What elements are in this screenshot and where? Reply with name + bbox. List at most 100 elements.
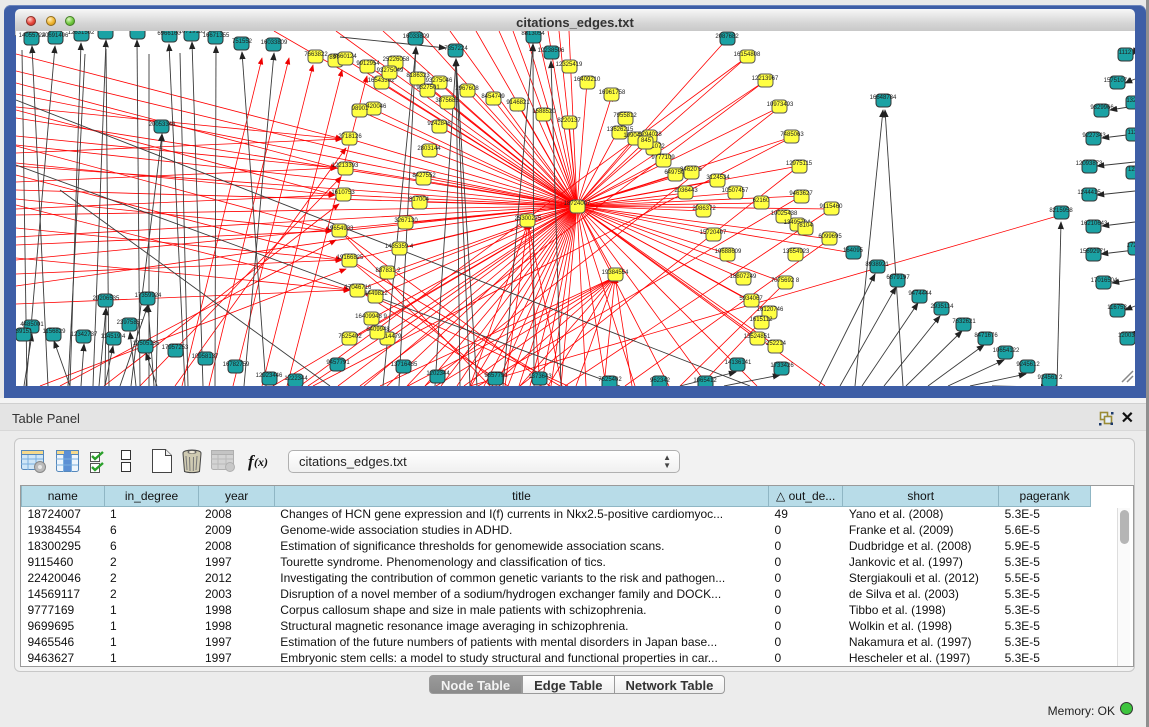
svg-text:10958137: 10958137: [192, 354, 219, 360]
svg-text:16671355: 16671355: [203, 33, 230, 39]
svg-text:13524851: 13524851: [744, 334, 771, 340]
svg-text:13716485: 13716485: [391, 362, 418, 368]
svg-text:16210643: 16210643: [1081, 221, 1108, 227]
svg-text:17957253: 17957253: [162, 345, 189, 351]
svg-text:1065412: 1065412: [693, 378, 717, 384]
svg-text:16648784: 16648784: [870, 95, 897, 101]
svg-text:7632621: 7632621: [952, 319, 976, 325]
svg-text:1588520: 1588520: [532, 109, 556, 115]
svg-text:1321: 1321: [1126, 98, 1135, 104]
svg-text:887831 2: 887831 2: [375, 268, 401, 274]
svg-text:23975857: 23975857: [117, 320, 144, 326]
svg-text:1222344: 1222344: [284, 376, 308, 382]
svg-text:116753: 116753: [1107, 305, 1127, 311]
svg-text:2986372: 2986372: [692, 206, 716, 212]
svg-text:20691406: 20691406: [42, 33, 69, 39]
svg-text:9245612: 9245612: [1016, 362, 1040, 368]
svg-text:7625402: 7625402: [338, 334, 362, 340]
svg-text:8104: 8104: [799, 223, 813, 229]
svg-text:12975115: 12975115: [786, 161, 813, 167]
svg-text:19654933: 19654933: [327, 226, 354, 232]
svg-text:16033809: 16033809: [403, 34, 430, 40]
svg-text:16120746: 16120746: [757, 307, 784, 313]
svg-text:19384554: 19384554: [602, 270, 629, 276]
svg-text:9457791: 9457791: [326, 360, 350, 366]
svg-text:9657791: 9657791: [484, 373, 508, 379]
svg-text:9242848: 9242848: [427, 121, 451, 127]
svg-text:2803144: 2803144: [417, 146, 441, 152]
svg-text:16409948 9: 16409948 9: [355, 314, 387, 320]
svg-text:13654923: 13654923: [783, 249, 810, 255]
svg-text:17210: 17210: [1127, 243, 1135, 249]
svg-text:7357224: 7357224: [444, 46, 468, 52]
svg-text:18724007: 18724007: [564, 201, 591, 207]
svg-text:845: 845: [641, 138, 652, 144]
svg-text:20206535: 20206535: [93, 296, 120, 302]
svg-text:15720407: 15720407: [700, 230, 727, 236]
svg-text:8938921: 8938921: [865, 262, 889, 268]
svg-text:15692971: 15692971: [1080, 249, 1107, 255]
svg-text:9463627: 9463627: [789, 191, 813, 197]
svg-text:924561 2: 924561 2: [1037, 375, 1063, 381]
svg-text:12213393: 12213393: [332, 163, 359, 169]
svg-text:8471676: 8471676: [974, 333, 998, 339]
svg-text:15751074: 15751074: [1104, 78, 1131, 84]
svg-text:2967608: 2967608: [455, 86, 479, 92]
svg-text:1527602: 1527602: [125, 31, 149, 33]
svg-text:1435359 4: 1435359 4: [385, 244, 414, 250]
svg-text:3875685: 3875685: [435, 98, 459, 104]
svg-text:9227343: 9227343: [1082, 133, 1106, 139]
svg-text:16409210: 16409210: [574, 77, 601, 83]
svg-text:9329966: 9329966: [1090, 105, 1114, 111]
svg-text:9474444: 9474444: [908, 291, 932, 297]
svg-text:1202344: 1202344: [426, 371, 450, 377]
svg-text:7625402: 7625402: [598, 377, 622, 383]
svg-text:12325419: 12325419: [556, 62, 583, 68]
svg-text:19166825: 19166825: [337, 255, 364, 261]
svg-text:4485001: 4485001: [20, 322, 44, 328]
svg-text:122: 122: [1128, 167, 1135, 173]
svg-text:8813054: 8813054: [521, 31, 545, 37]
svg-text:1244415: 1244415: [1077, 190, 1101, 196]
svg-text:25226058: 25226058: [383, 57, 410, 63]
svg-text:7663822: 7663822: [304, 52, 328, 58]
svg-text:12093873: 12093873: [1076, 161, 1103, 167]
svg-text:16033809: 16033809: [261, 40, 288, 46]
svg-text:20053346: 20053346: [149, 122, 176, 128]
svg-text:1156829: 1156829: [43, 329, 67, 335]
svg-text:18807249: 18807249: [730, 274, 757, 280]
svg-text:751552: 751552: [232, 39, 253, 45]
svg-text:2718126: 2718126: [338, 134, 362, 140]
svg-text:7955812: 7955812: [613, 113, 637, 119]
svg-text:2036443: 2036443: [674, 188, 698, 194]
svg-text:12342737: 12342737: [71, 332, 98, 338]
svg-text:1733426: 1733426: [770, 363, 794, 369]
svg-text:8454749: 8454749: [481, 94, 505, 100]
svg-text:16961758: 16961758: [599, 90, 626, 96]
svg-text:8215958: 8215958: [1049, 208, 1073, 214]
svg-text:10973493: 10973493: [767, 102, 794, 108]
svg-text:12213967: 12213967: [752, 76, 779, 82]
svg-text:1610753: 1610753: [331, 190, 355, 196]
svg-text:9327501: 9327501: [416, 85, 440, 91]
svg-text:93275049: 93275049: [377, 68, 404, 74]
svg-text:39151: 39151: [16, 329, 33, 335]
svg-text:16782759: 16782759: [223, 362, 250, 368]
svg-text:164095: 164095: [843, 248, 864, 254]
svg-text:2087682: 2087682: [715, 34, 739, 40]
svg-text:9146821: 9146821: [506, 100, 530, 106]
svg-text:12923446: 12923446: [256, 373, 283, 379]
svg-text:93275046: 93275046: [426, 78, 453, 84]
svg-text:962342: 962342: [650, 378, 671, 384]
svg-text:120034: 120034: [1118, 333, 1135, 339]
svg-text:10688609: 10688609: [715, 249, 742, 255]
svg-text:9115460: 9115460: [820, 204, 844, 210]
svg-text:(x): (x): [254, 455, 268, 469]
svg-text:1112: 1112: [1119, 50, 1132, 56]
svg-text:10507457: 10507457: [722, 188, 749, 194]
svg-text:12505135: 12505135: [133, 341, 160, 347]
svg-text:8427552: 8427552: [412, 173, 436, 179]
svg-text:8660124: 8660124: [333, 54, 357, 60]
svg-text:3124534: 3124534: [706, 175, 730, 181]
svg-text:114519 4: 114519 4: [101, 334, 126, 340]
